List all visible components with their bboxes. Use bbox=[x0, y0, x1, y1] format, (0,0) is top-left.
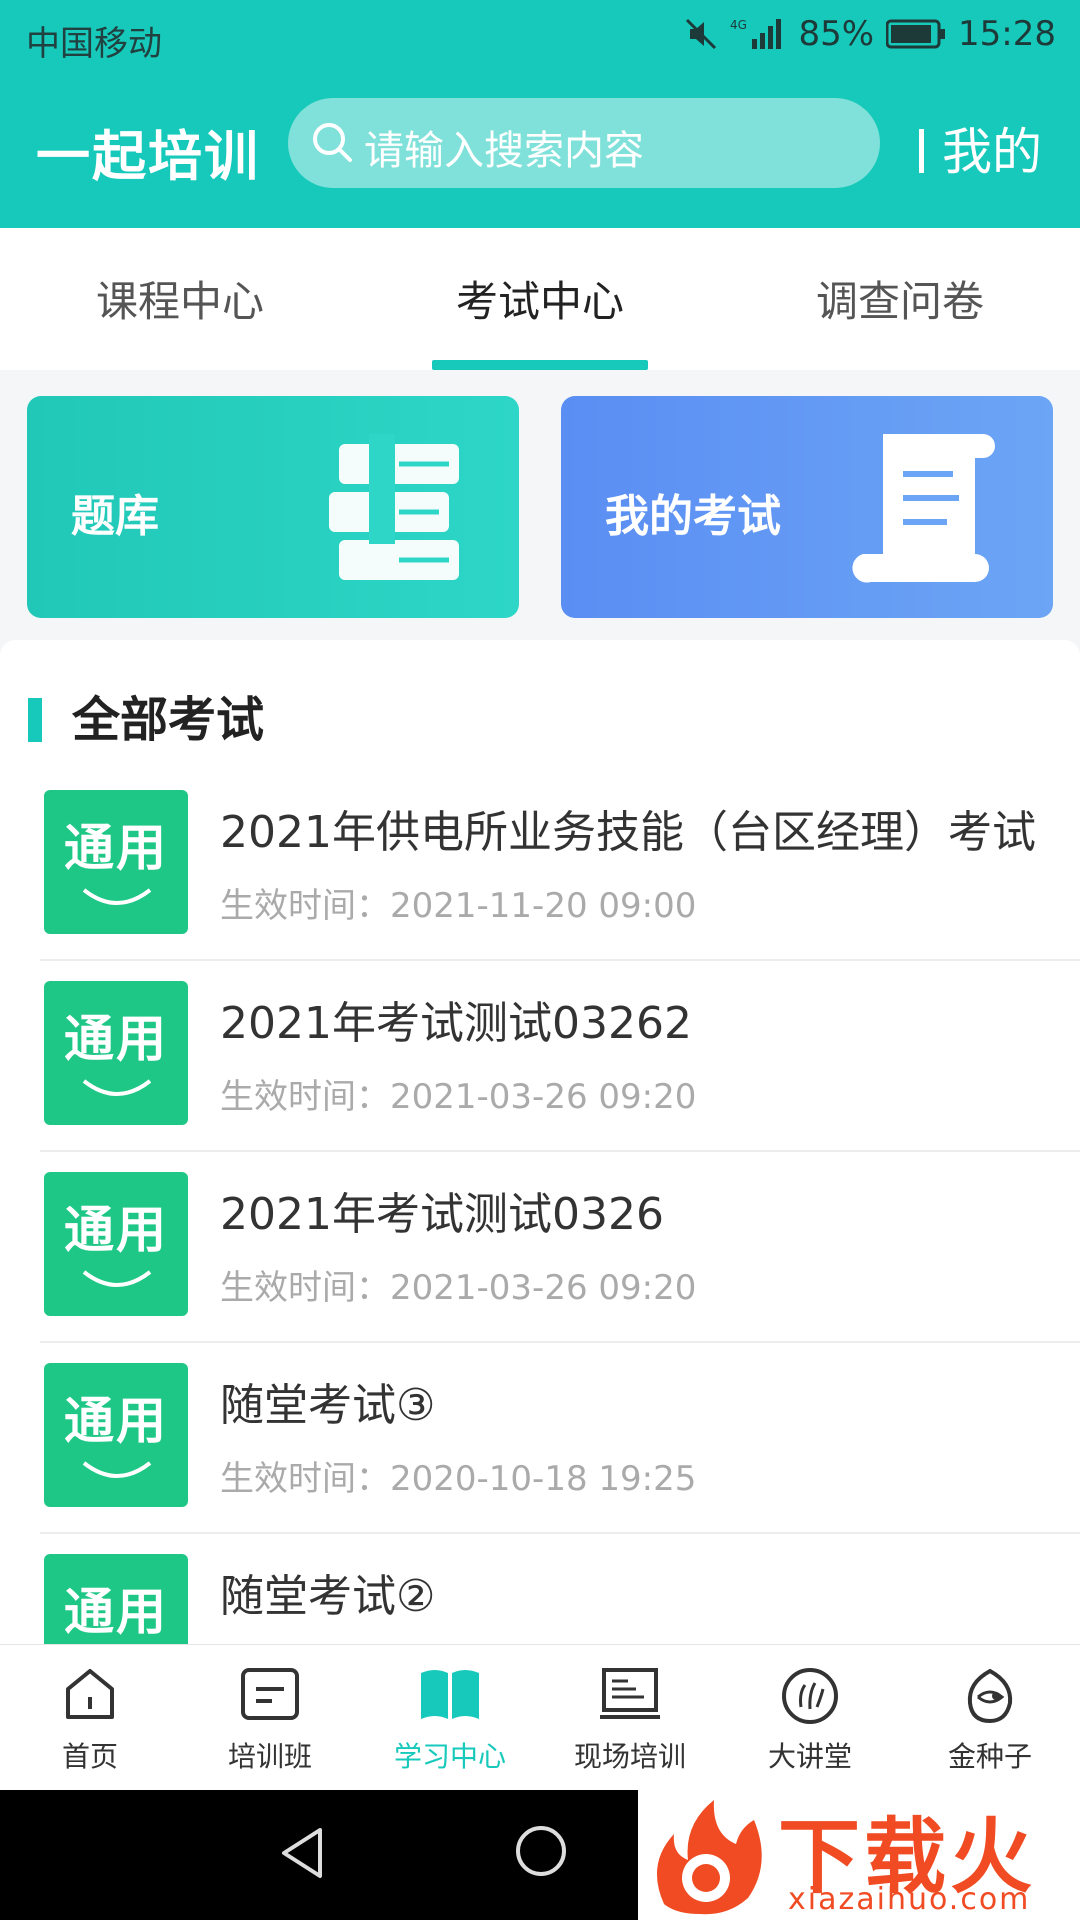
nav-home-label: 首页 bbox=[61, 1740, 118, 1773]
status-bar: 中国移动 4G 85% 15:28 bbox=[0, 0, 1080, 78]
book-icon bbox=[417, 1667, 483, 1725]
exam-title: 2021年考试测试03262 bbox=[220, 998, 692, 1049]
carrier-label: 中国移动 bbox=[26, 24, 162, 64]
flame-logo-icon bbox=[644, 1794, 774, 1920]
lecture-icon bbox=[781, 1667, 839, 1729]
tab-bar: 课程中心 考试中心 调查问卷 bbox=[0, 228, 1080, 370]
watermark: 下载火 xiazaihuo.com bbox=[638, 1786, 1080, 1920]
exam-time: 生效时间：2020-10-18 19:25 bbox=[220, 1459, 697, 1499]
svg-text:4G: 4G bbox=[730, 18, 747, 32]
nav-golden-seed[interactable]: 金种子 bbox=[900, 1645, 1080, 1790]
exam-badge: 通用 bbox=[44, 790, 188, 934]
nav-lecture-label: 大讲堂 bbox=[767, 1740, 852, 1773]
nav-onsite-training[interactable]: 现场培训 bbox=[540, 1645, 720, 1790]
status-right: 4G 85% 15:28 bbox=[684, 14, 1056, 54]
class-icon bbox=[240, 1667, 300, 1725]
app-header: 一起培训 请输入搜索内容 我的 bbox=[0, 92, 1080, 194]
section-header: 全部考试 bbox=[28, 680, 264, 750]
exam-time: 生效时间：2021-11-20 09:00 bbox=[220, 886, 697, 926]
mine-link[interactable]: 我的 bbox=[919, 112, 1042, 184]
exam-title: 2021年供电所业务技能（台区经理）考试 bbox=[220, 807, 1036, 858]
home-circle-icon[interactable] bbox=[514, 1824, 568, 1882]
exam-badge: 通用 bbox=[44, 1363, 188, 1507]
bottom-nav: 首页 培训班 学习中心 现场培训 大讲堂 金种子 bbox=[0, 1644, 1080, 1790]
question-bank-card[interactable]: 题库 bbox=[27, 396, 519, 618]
signal-icon: 4G bbox=[730, 17, 786, 51]
section-title: 全部考试 bbox=[72, 692, 265, 748]
exam-time: 生效时间：2021-03-26 09:20 bbox=[220, 1268, 697, 1308]
exam-title: 随堂考试② bbox=[220, 1571, 436, 1622]
back-icon[interactable] bbox=[278, 1826, 326, 1884]
seed-icon bbox=[962, 1667, 1018, 1729]
nav-onsite-label: 现场培训 bbox=[573, 1740, 686, 1773]
exam-badge: 通用 bbox=[44, 981, 188, 1125]
question-bank-label: 题库 bbox=[71, 491, 159, 542]
app-title: 一起培训 bbox=[36, 125, 260, 188]
exam-time: 生效时间：2021-03-26 09:20 bbox=[220, 1077, 697, 1117]
exam-title: 随堂考试③ bbox=[220, 1380, 436, 1431]
exam-badge: 通用 bbox=[44, 1172, 188, 1316]
tab-survey[interactable]: 调查问卷 bbox=[720, 228, 1080, 370]
exam-list-panel: 全部考试 通用 2021年供电所业务技能（台区经理）考试 生效时间：2021-1… bbox=[0, 640, 1080, 1644]
books-icon bbox=[299, 414, 479, 598]
clock: 15:28 bbox=[958, 14, 1056, 54]
exam-item[interactable]: 通用 2021年考试测试0326 生效时间：2021-03-26 09:20 bbox=[40, 1152, 1080, 1343]
nav-home[interactable]: 首页 bbox=[0, 1645, 180, 1790]
home-icon bbox=[62, 1667, 118, 1725]
nav-class[interactable]: 培训班 bbox=[180, 1645, 360, 1790]
nav-lecture-hall[interactable]: 大讲堂 bbox=[720, 1645, 900, 1790]
exam-title: 2021年考试测试0326 bbox=[220, 1189, 664, 1240]
tab-exam-center[interactable]: 考试中心 bbox=[360, 228, 720, 370]
exam-badge: 通用 bbox=[44, 1554, 188, 1644]
nav-learning-label: 学习中心 bbox=[393, 1740, 506, 1773]
battery-icon bbox=[886, 19, 946, 49]
my-exams-card[interactable]: 我的考试 bbox=[561, 396, 1053, 618]
exam-item[interactable]: 通用 随堂考试② bbox=[40, 1534, 1080, 1644]
exam-item[interactable]: 通用 2021年供电所业务技能（台区经理）考试 生效时间：2021-11-20 … bbox=[40, 770, 1080, 961]
exam-item[interactable]: 通用 2021年考试测试03262 生效时间：2021-03-26 09:20 bbox=[40, 961, 1080, 1152]
scroll-icon bbox=[843, 414, 1013, 598]
watermark-url: xiazaihuo.com bbox=[788, 1882, 1031, 1917]
nav-learning-center[interactable]: 学习中心 bbox=[360, 1645, 540, 1790]
tab-course-center[interactable]: 课程中心 bbox=[0, 228, 360, 370]
exam-list: 通用 2021年供电所业务技能（台区经理）考试 生效时间：2021-11-20 … bbox=[0, 770, 1080, 1644]
nav-class-label: 培训班 bbox=[227, 1740, 312, 1773]
board-icon bbox=[598, 1667, 662, 1725]
search-placeholder: 请输入搜索内容 bbox=[364, 128, 644, 174]
my-exams-label: 我的考试 bbox=[605, 491, 781, 542]
search-icon bbox=[310, 120, 356, 170]
search-input[interactable]: 请输入搜索内容 bbox=[288, 98, 880, 188]
battery-percent: 85% bbox=[798, 14, 875, 54]
mute-icon bbox=[684, 17, 718, 51]
nav-seed-label: 金种子 bbox=[947, 1740, 1032, 1773]
top-banner: 中国移动 4G 85% 15:28 一起培训 请输入搜索内容 我的 bbox=[0, 0, 1080, 228]
mine-label: 我的 bbox=[942, 123, 1042, 181]
exam-item[interactable]: 通用 随堂考试③ 生效时间：2020-10-18 19:25 bbox=[40, 1343, 1080, 1534]
shortcut-cards: 题库 我的考试 bbox=[0, 370, 1080, 638]
